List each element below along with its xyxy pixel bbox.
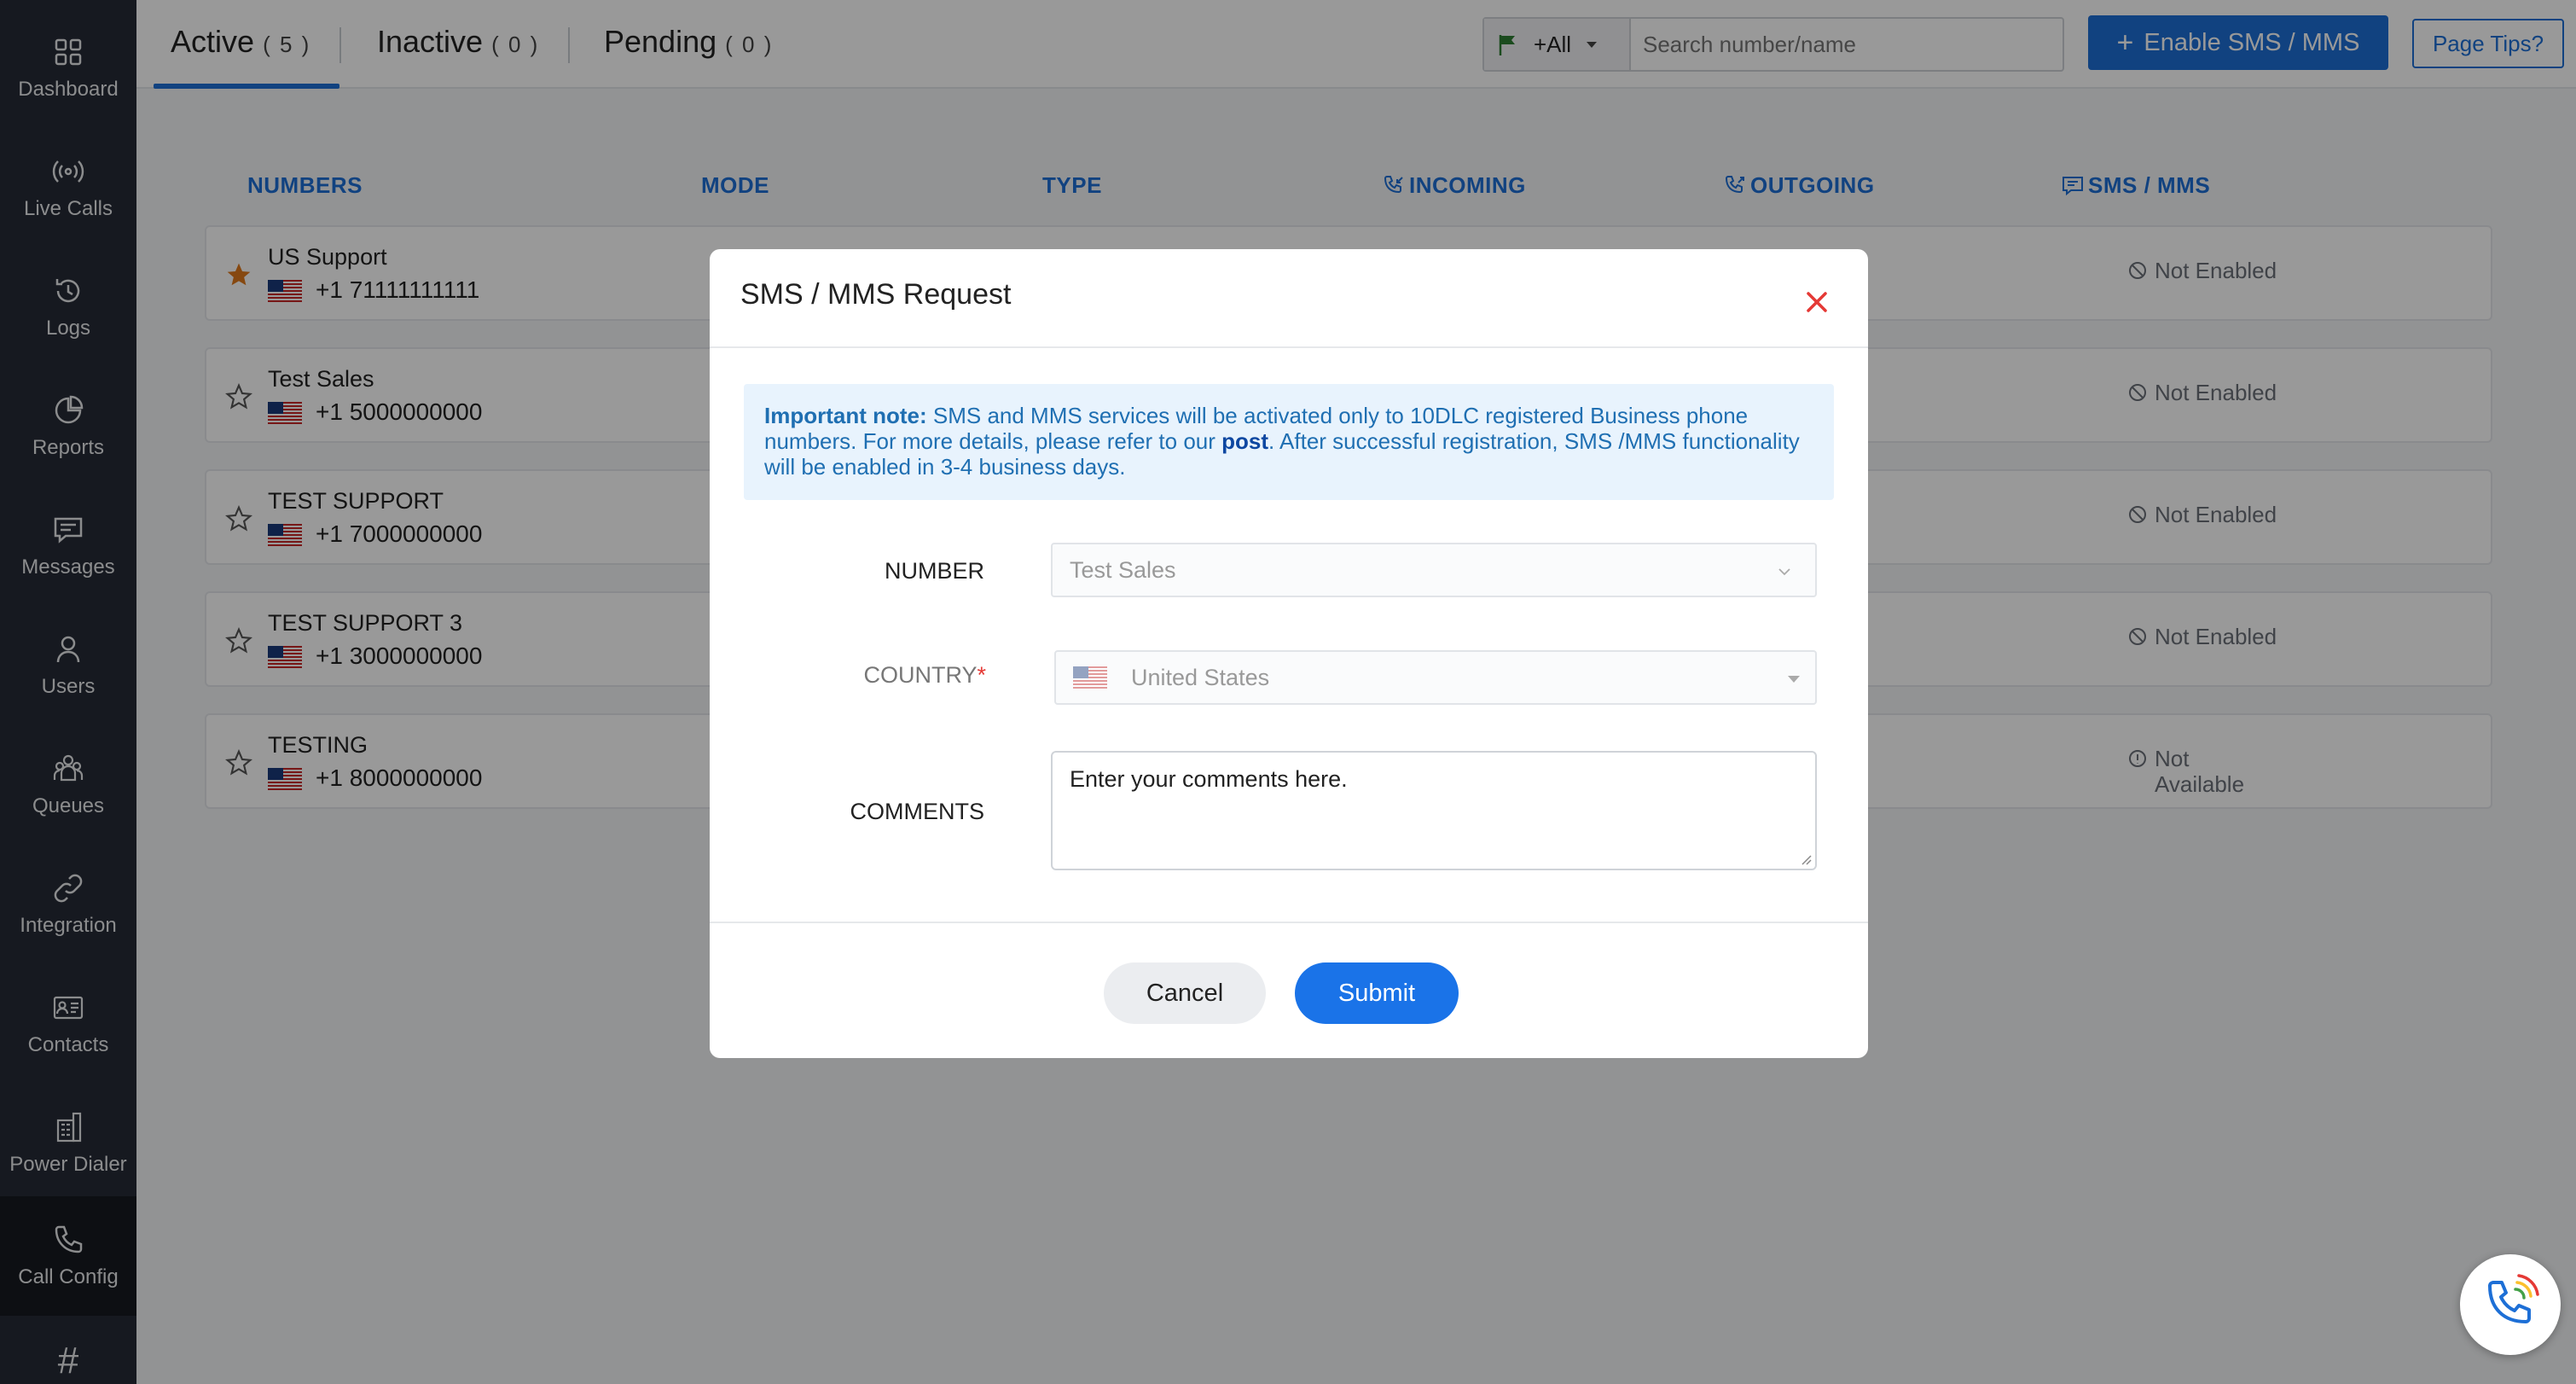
- dialog-divider: [710, 346, 1868, 348]
- us-flag-icon: [1073, 666, 1107, 689]
- submit-button[interactable]: Submit: [1295, 962, 1459, 1024]
- number-label: NUMBER: [884, 558, 984, 584]
- number-select[interactable]: Test Sales: [1051, 543, 1817, 597]
- post-link[interactable]: post: [1221, 428, 1268, 454]
- important-note: Important note: SMS and MMS services wil…: [744, 384, 1834, 500]
- caret-down-icon: [1788, 676, 1800, 683]
- cancel-button[interactable]: Cancel: [1104, 962, 1266, 1024]
- close-icon[interactable]: [1798, 283, 1836, 321]
- sms-mms-request-dialog: SMS / MMS Request Important note: SMS an…: [710, 249, 1868, 1058]
- dialog-divider: [710, 922, 1868, 923]
- phone-widget-button[interactable]: [2460, 1254, 2561, 1355]
- country-select[interactable]: United States: [1054, 650, 1817, 705]
- dialog-title: SMS / MMS Request: [740, 278, 1012, 311]
- chevron-down-icon: [1778, 568, 1790, 576]
- comments-textarea[interactable]: Enter your comments here.: [1051, 751, 1817, 870]
- country-label: COUNTRY*: [863, 662, 986, 688]
- resize-grip-icon[interactable]: [1798, 852, 1812, 865]
- comments-label: COMMENTS: [850, 799, 985, 824]
- phone-ringing-icon: [2488, 1274, 2539, 1323]
